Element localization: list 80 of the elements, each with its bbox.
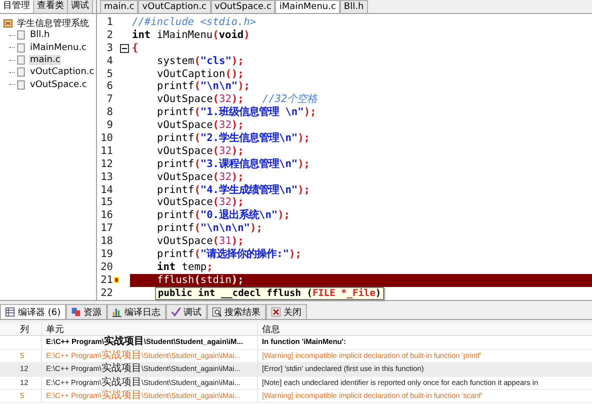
project-icon [3, 18, 13, 28]
panel-tab[interactable]: 目管理 [0, 0, 34, 13]
close-icon [270, 307, 281, 317]
code-line: vOutSpace(32); [157, 170, 244, 183]
code-line: int iMainMenu(void) [132, 28, 250, 41]
line-number: 14 [100, 184, 113, 196]
panel-tab[interactable]: 调试 [68, 0, 93, 13]
line-number: 20 [100, 260, 113, 274]
line-number: 6 [106, 80, 113, 94]
line-number: 10 [100, 132, 113, 145]
code-line: printf("0.退出系统\n"); [157, 209, 290, 222]
code-line: int temp; [157, 260, 213, 273]
line-number: 1 [106, 16, 113, 29]
output-tab[interactable]: 编译器 (6) [0, 304, 66, 319]
line-number: 22 [100, 286, 113, 300]
file-icon [16, 42, 26, 53]
line-number: 7 [106, 93, 113, 106]
tree-item[interactable]: 学生信息管理系统 [16, 16, 90, 30]
tree-item[interactable]: vOutCaption.c [29, 67, 96, 78]
output-tab[interactable]: 编译日志 [106, 304, 166, 319]
line-number: 13 [100, 170, 113, 184]
file-tab[interactable]: Bll.h [340, 0, 368, 13]
line-number: 9 [106, 119, 113, 132]
code-line: system("cls"); [157, 54, 244, 67]
column-header[interactable]: 列 [0, 323, 42, 336]
code-line: { [132, 42, 138, 54]
tree-item[interactable]: main.c [29, 55, 62, 66]
code-line: printf("3.课程信息管理\n"); [157, 158, 310, 170]
output-tab[interactable]: 资源 [66, 304, 107, 319]
line-number: 16 [100, 209, 113, 222]
line-number: 2 [106, 28, 113, 42]
signature-tooltip: public int __cdecl fflush (FILE *_File) [155, 287, 384, 300]
output-tab[interactable]: 搜索结果 [206, 304, 266, 319]
tree-item[interactable]: iMainMenu.c [29, 42, 88, 53]
code-line: printf("请选择你的操作:"); [157, 248, 302, 260]
code-line: //#include <stdio.h> [132, 16, 256, 28]
column-header[interactable]: 信息 [258, 323, 592, 336]
grid-icon [5, 307, 15, 317]
file-icon [16, 30, 26, 40]
code-line: vOutSpace(32); [157, 119, 244, 132]
tree-item[interactable]: vOutSpace.c [29, 80, 88, 90]
line-number: 17 [100, 222, 113, 236]
column-header[interactable]: 单元 [42, 323, 258, 336]
code-line: fflush(stdin); [157, 274, 244, 286]
stack-icon [70, 307, 81, 317]
bar-chart-icon [112, 307, 122, 317]
line-number: 19 [100, 248, 113, 261]
file-icon [16, 67, 26, 78]
collapse-icon[interactable] [120, 44, 129, 53]
file-tab[interactable]: vOutSpace.c [210, 0, 276, 13]
file-tab[interactable]: vOutCaption.c [138, 0, 211, 13]
file-icon [16, 80, 26, 90]
line-number: 18 [100, 235, 113, 248]
code-line: vOutCaption(); [157, 68, 244, 80]
code-line: printf("2.学生信息管理\n"); [157, 132, 310, 144]
line-number: 8 [106, 106, 113, 120]
check-icon [170, 307, 181, 317]
line-number: 3 [106, 42, 113, 55]
line-number: 12 [100, 158, 113, 171]
line-number: 4 [106, 54, 113, 68]
line-number: 5 [106, 68, 113, 80]
tree-item[interactable]: Bll.h [29, 30, 51, 40]
code-line: printf("\n\n"); [157, 80, 250, 92]
code-line: vOutSpace(32); [157, 144, 244, 157]
line-number: 15 [100, 196, 113, 210]
line-number: 21 [100, 274, 113, 287]
panel-tab[interactable]: 查看类 [34, 0, 68, 13]
line-number: 11 [100, 144, 113, 158]
file-tab[interactable]: main.c [100, 0, 138, 13]
code-line: vOutSpace(32); //32个空格 [157, 93, 318, 106]
code-line: printf("1.班级信息管理 \n"); [157, 106, 316, 118]
file-tab[interactable]: iMainMenu.c [275, 0, 340, 13]
code-line: vOutSpace(32); [157, 196, 244, 208]
file-icon [16, 55, 26, 66]
output-tab[interactable]: 调试 [166, 304, 207, 319]
code-line: vOutSpace(31); [157, 235, 244, 248]
output-tab[interactable]: 关闭 [266, 304, 307, 319]
search-icon [212, 307, 222, 317]
code-line: printf("\n\n\n"); [157, 222, 262, 234]
code-line: printf("4.学生成绩管理\n"); [157, 184, 310, 196]
